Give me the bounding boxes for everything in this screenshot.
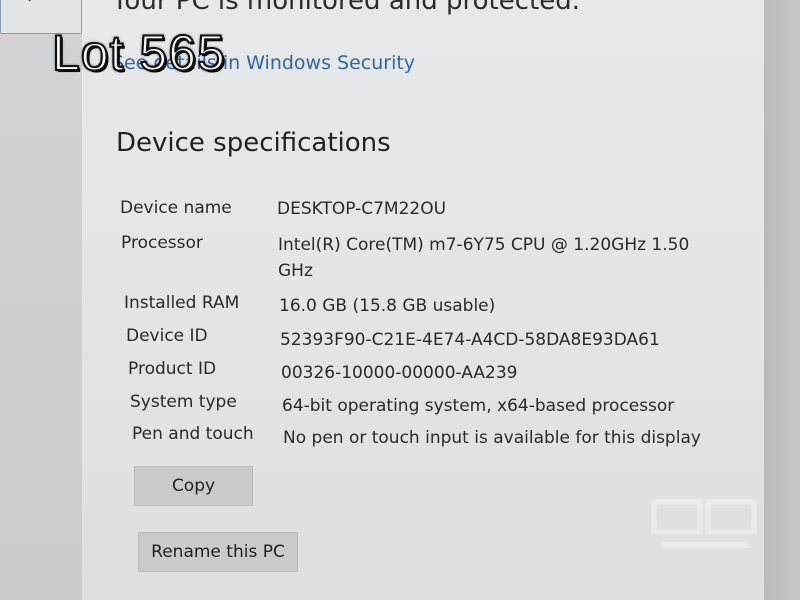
- spec-value-processor: Intel(R) Core(TM) m7-6Y75 CPU @ 1.20GHz …: [278, 235, 690, 255]
- spec-value-installed-ram: 16.0 GB (15.8 GB usable): [279, 296, 496, 316]
- lot-number-overlay: Lot 565: [51, 24, 226, 82]
- spec-value-pen-and-touch: No pen or touch input is available for t…: [283, 428, 701, 448]
- spec-label-processor: Processor: [121, 233, 203, 253]
- watermark-logo: [651, 499, 757, 548]
- spec-value-device-name: DESKTOP-C7M22OU: [277, 199, 447, 219]
- spec-label-installed-ram: Installed RAM: [124, 293, 240, 313]
- spec-label-device-name: Device name: [120, 198, 232, 218]
- spec-label-system-type: System type: [130, 392, 237, 412]
- navigation-pane: [0, 0, 82, 600]
- spec-value-device-id: 52393F90-C21E-4E74-A4CD-58DA8E93DA61: [280, 330, 660, 350]
- settings-window: Your PC is monitored and protected. See …: [0, 0, 800, 600]
- spec-label-product-id: Product ID: [128, 359, 217, 379]
- spec-label-device-id: Device ID: [126, 326, 208, 346]
- spec-value-processor-cont: GHz: [278, 261, 313, 281]
- search-icon[interactable]: [27, 0, 47, 7]
- copy-button[interactable]: Copy: [134, 466, 253, 506]
- spec-value-product-id: 00326-10000-00000-AA239: [281, 363, 518, 383]
- section-title: Device specifications: [116, 128, 391, 158]
- rename-pc-button[interactable]: Rename this PC: [138, 532, 298, 572]
- spec-label-pen-and-touch: Pen and touch: [132, 424, 254, 444]
- window-edge: [764, 0, 800, 600]
- spec-value-system-type: 64-bit operating system, x64-based proce…: [282, 396, 675, 416]
- protection-status: Your PC is monitored and protected.: [112, 0, 580, 16]
